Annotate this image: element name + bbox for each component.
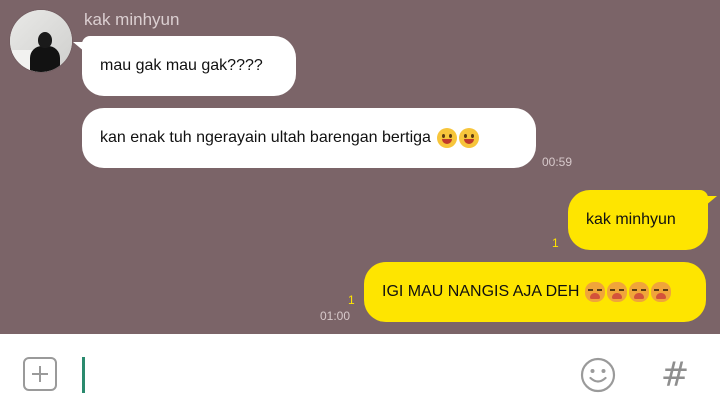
- message-input[interactable]: [86, 350, 560, 400]
- unread-count: 1: [552, 236, 559, 250]
- avatar-person-head: [38, 32, 52, 48]
- sender-name: kak minhyun: [84, 10, 180, 29]
- hash-icon: #: [660, 355, 690, 395]
- incoming-message-bubble[interactable]: mau gak mau gak????: [73, 36, 296, 96]
- message-timestamp: 01:00: [320, 309, 351, 323]
- message-text: IGI MAU NANGIS AJA DEH: [382, 283, 580, 300]
- unread-count: 1: [348, 293, 355, 307]
- chat-area[interactable]: kak minhyun mau gak mau gak???? kan enak…: [0, 0, 720, 334]
- incoming-message-bubble[interactable]: kan enak tuh ngerayain ultah barengan be…: [82, 108, 536, 168]
- crying-face-icon: [607, 282, 628, 302]
- plus-icon: [32, 366, 48, 382]
- crying-face-icon: [629, 282, 650, 302]
- emoji-icon: [580, 357, 616, 393]
- message-text: kak minhyun: [586, 211, 676, 228]
- text-caret: [82, 357, 85, 393]
- grinning-face-icon: [458, 128, 479, 148]
- outgoing-message-bubble[interactable]: IGI MAU NANGIS AJA DEH: [364, 262, 706, 322]
- avatar[interactable]: [10, 10, 72, 72]
- message-text: mau gak mau gak????: [100, 57, 263, 74]
- avatar-person-body: [30, 46, 60, 72]
- crying-face-icon: [585, 282, 606, 302]
- message-text: kan enak tuh ngerayain ultah barengan be…: [100, 129, 431, 146]
- crying-face-icon: [651, 282, 672, 302]
- hashtag-button[interactable]: #: [658, 356, 692, 394]
- emoji-button[interactable]: [580, 357, 616, 393]
- outgoing-message-bubble[interactable]: kak minhyun: [568, 190, 717, 250]
- message-timestamp: 00:59: [542, 155, 573, 169]
- grinning-face-icon: [436, 128, 457, 148]
- attach-button[interactable]: [23, 357, 57, 391]
